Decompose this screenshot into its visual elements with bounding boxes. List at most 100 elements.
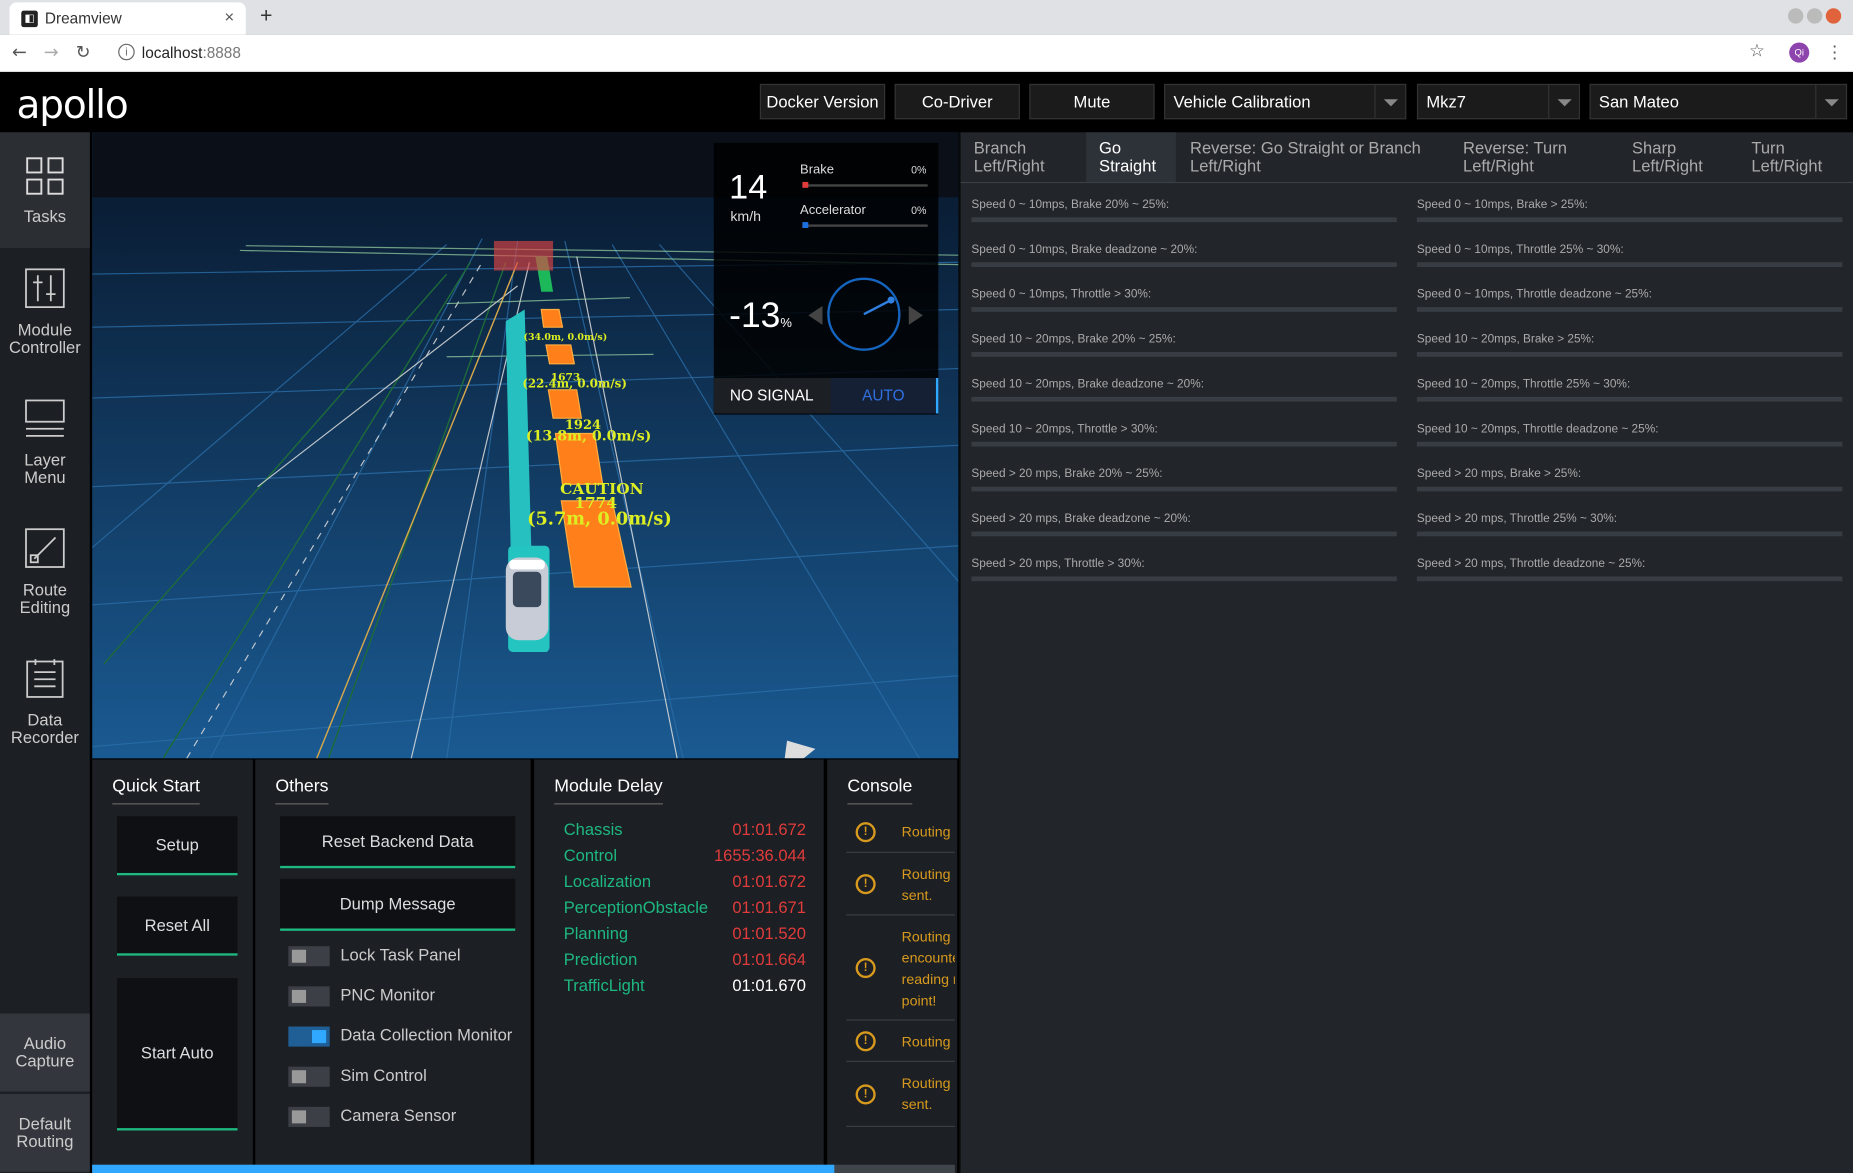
pnc-monitor-toggle[interactable] [288, 986, 330, 1007]
others-title: Others [275, 776, 329, 805]
calib-item: Speed 0 ~ 10mps, Throttle deadzone ~ 25%… [1416, 288, 1845, 323]
accelerator-bar-fill [802, 222, 809, 228]
quick-start-panel: Quick Start Setup Reset All Start Auto [92, 759, 253, 1173]
docker-version-button[interactable]: Docker Version [759, 83, 886, 120]
vehicle-select[interactable]: Mkz7 [1416, 83, 1581, 120]
browser-tab[interactable]: ◧ Dreamview × [9, 2, 246, 35]
calib-progress-bar [1416, 486, 1843, 492]
delay-module-name: Control [563, 845, 618, 865]
console-message: ! Routing [846, 1022, 955, 1062]
new-tab-icon[interactable]: + [260, 4, 272, 29]
delay-value: 01:01.671 [732, 897, 806, 917]
setup-button[interactable]: Setup [116, 816, 238, 876]
calib-progress-bar [971, 396, 1397, 402]
close-window-icon[interactable] [1825, 8, 1842, 24]
calib-item: Speed 0 ~ 10mps, Brake deadzone ~ 20%: [971, 243, 1399, 278]
sidenav-data-recorder[interactable]: Data Recorder [0, 652, 90, 768]
reset-all-button[interactable]: Reset All [116, 896, 238, 956]
console-message-line: Routing [901, 1074, 951, 1092]
start-auto-button[interactable]: Start Auto [116, 978, 238, 1131]
bookmark-star-icon[interactable]: ☆ [1749, 40, 1765, 61]
address-bar: ← → ↻ i localhost:8888 ☆ Qi ⋮ [0, 34, 1853, 73]
minimize-icon[interactable] [1788, 8, 1804, 24]
calib-item-label: Speed 10 ~ 20mps, Throttle > 30%: [971, 422, 1158, 436]
sidenav-route-label-1: Route [22, 580, 67, 599]
calib-item-label: Speed 0 ~ 10mps, Throttle 25% ~ 30%: [1416, 243, 1624, 257]
chevron-down-icon [1548, 85, 1579, 119]
sidenav-recorder-label-1: Data [27, 709, 63, 729]
reset-backend-data-button[interactable]: Reset Backend Data [280, 816, 516, 869]
delay-value: 01:01.672 [732, 819, 806, 839]
delay-module-name: PerceptionObstacle [563, 897, 709, 917]
lock-task-panel-toggle[interactable] [288, 946, 330, 967]
co-driver-button[interactable]: Co-Driver [894, 83, 1020, 120]
toggle-knob [291, 949, 307, 963]
calib-item-label: Speed > 20 mps, Throttle > 30%: [971, 557, 1145, 571]
console-message: ! Routing sent. [846, 1063, 955, 1127]
dump-message-button[interactable]: Dump Message [280, 878, 516, 931]
tasks-grid-icon [26, 157, 64, 195]
tab-turn-left-right[interactable]: Turn Left/Right [1738, 132, 1853, 182]
calib-item: Speed 0 ~ 10mps, Brake > 25%: [1416, 198, 1845, 233]
speed-unit: km/h [730, 207, 762, 225]
sim-control-toggle[interactable] [288, 1066, 330, 1087]
steering-wheel-dial [827, 277, 901, 351]
calib-item: Speed 0 ~ 10mps, Brake 20% ~ 25%: [971, 198, 1399, 233]
delay-module-name: Planning [563, 923, 629, 943]
steering-needle-icon [863, 296, 895, 316]
toggle-knob [291, 1110, 307, 1124]
lock-task-panel-label: Lock Task Panel [340, 945, 461, 964]
steering-unit: % [780, 316, 792, 331]
back-icon[interactable]: ← [12, 41, 27, 62]
obstacle-label-d: (5.7m, 0.0m/s) [527, 508, 672, 529]
sidenav-module-label-1: Module [17, 320, 73, 340]
sidenav-tasks[interactable]: Tasks [0, 132, 90, 249]
mute-button[interactable]: Mute [1029, 83, 1155, 120]
map-select[interactable]: San Mateo [1589, 83, 1848, 120]
layer-menu-icon [25, 399, 65, 437]
maximize-icon[interactable] [1806, 8, 1823, 24]
tab-go-straight[interactable]: Go Straight [1086, 132, 1176, 182]
calib-item: Speed 10 ~ 20mps, Throttle deadzone ~ 25… [1416, 423, 1845, 458]
default-routing-button[interactable]: Default Routing [0, 1093, 90, 1172]
calib-progress-bar [971, 531, 1397, 537]
mode-select[interactable]: Vehicle Calibration [1164, 83, 1407, 120]
tab-label: Turn [1751, 138, 1785, 158]
delay-value: 1655:36.044 [713, 845, 806, 865]
console-title: Console [847, 776, 913, 805]
module-delay-panel: Module Delay Chassis 01:01.672 Control 165… [534, 759, 824, 1173]
browser-menu-icon[interactable]: ⋮ [1826, 41, 1844, 63]
tab-label: Left/Right [1751, 155, 1823, 175]
tab-branch-left-right[interactable]: Branch Left/Right [961, 132, 1086, 182]
delay-module-name: Localization [563, 871, 652, 891]
calib-item: Speed 10 ~ 20mps, Throttle > 30%: [971, 423, 1399, 458]
url-field[interactable]: localhost:8888 [142, 44, 241, 62]
tab-sharp-left-right[interactable]: Sharp Left/Right [1619, 132, 1737, 182]
accelerator-label: Accelerator [800, 203, 866, 218]
console-panel: Console ! Routing ! Routing sent. ! Routi… [827, 759, 958, 1173]
calib-progress-bar [971, 352, 1397, 357]
calib-progress-bar [971, 576, 1397, 582]
others-panel: Others Reset Backend Data Dump Message L… [255, 759, 531, 1173]
calib-item: Speed > 20 mps, Brake > 25%: [1416, 468, 1845, 503]
calib-item-label: Speed > 20 mps, Brake 20% ~ 25%: [971, 467, 1163, 481]
console-message-line: point! [901, 992, 937, 1009]
delay-row-planning: Planning 01:01.520 [564, 924, 806, 943]
audio-capture-label-1: Audio [23, 1033, 67, 1053]
data-collection-monitor-toggle[interactable] [288, 1026, 330, 1047]
profile-avatar[interactable]: Qi [1789, 42, 1810, 63]
delay-row-chassis: Chassis 01:01.672 [564, 820, 806, 839]
forward-icon[interactable]: → [44, 41, 59, 62]
tab-reverse-turn[interactable]: Reverse: Turn Left/Right [1450, 132, 1618, 182]
site-info-icon[interactable]: i [118, 43, 135, 61]
brake-label: Brake [800, 163, 835, 178]
reload-icon[interactable]: ↻ [76, 41, 91, 62]
console-message: ! Routing [846, 812, 955, 853]
sidenav-layer-menu[interactable]: Layer Menu [0, 392, 90, 508]
sidenav-route-editing[interactable]: Route Editing [0, 522, 90, 638]
tab-reverse-go-straight[interactable]: Reverse: Go Straight or Branch Left/Right [1177, 132, 1449, 182]
camera-sensor-toggle[interactable] [288, 1106, 330, 1127]
tab-close-icon[interactable]: × [225, 7, 235, 26]
audio-capture-button[interactable]: Audio Capture [0, 1013, 90, 1092]
sidenav-module-controller[interactable]: Module Controller [0, 262, 90, 378]
